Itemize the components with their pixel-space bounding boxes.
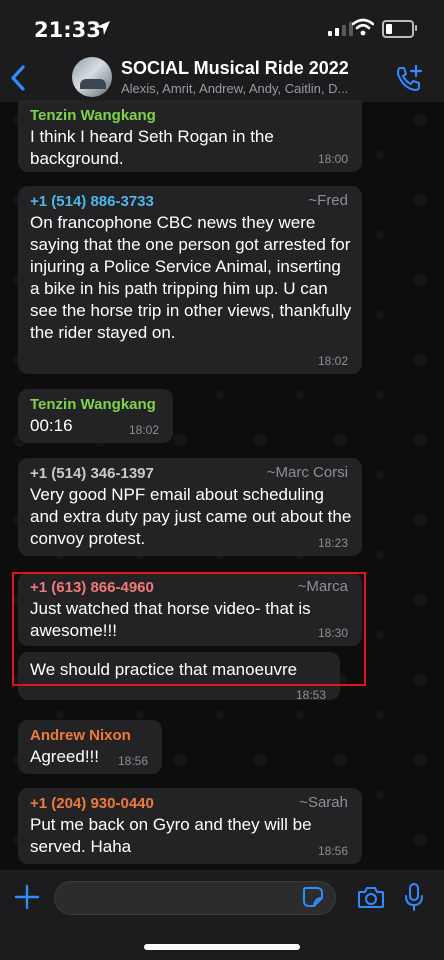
microphone-icon[interactable] [404,882,424,912]
battery-icon [382,20,417,38]
message-bubble[interactable]: Tenzin Wangkang I think I heard Seth Rog… [18,100,362,172]
message-sender[interactable]: Tenzin Wangkang [30,106,350,126]
message-time: 18:56 [117,754,148,768]
cellular-signal-icon [328,22,353,36]
message-text: Put me back on Gyro and they will be ser… [30,815,312,856]
chat-header[interactable]: SOCIAL Musical Ride 2022 Alexis, Amrit, … [0,52,444,102]
message-text: On francophone CBC news they were saying… [30,213,352,342]
message-text: Very good NPF email about scheduling and… [30,485,352,548]
message-bubble[interactable]: +1 (514) 346-1397 ~Marc Corsi Very good … [18,458,362,556]
home-indicator[interactable] [144,944,300,950]
message-time: 18:00 [317,152,348,166]
sticker-icon[interactable] [302,886,324,908]
camera-icon[interactable] [357,884,385,910]
message-bubble[interactable]: +1 (514) 886-3733 ~Fred On francophone C… [18,186,362,374]
message-alias: ~Sarah [299,794,348,811]
message-bubble[interactable]: +1 (204) 930-0440 ~Sarah Put me back on … [18,788,362,864]
message-alias: ~Fred [308,192,348,209]
add-call-icon[interactable] [394,64,424,92]
message-sender[interactable]: +1 (514) 886-3733 [30,192,350,212]
message-sender[interactable]: Tenzin Wangkang [30,395,161,415]
plus-icon[interactable] [14,884,40,910]
message-sender[interactable]: Andrew Nixon [30,726,150,746]
message-alias: ~Marc Corsi [266,464,348,481]
chat-title[interactable]: SOCIAL Musical Ride 2022 [121,58,349,79]
status-bar: 21:33 [0,0,444,52]
highlight-box [12,572,366,686]
chat-members[interactable]: Alexis, Amrit, Andrew, Andy, Caitlin, D.… [121,81,391,96]
group-avatar[interactable] [72,57,112,97]
message-bubble[interactable]: Tenzin Wangkang 00:16 18:02 [18,389,173,443]
message-time: 18:02 [317,354,348,368]
wifi-icon [352,18,374,36]
message-text: I think I heard Seth Rogan in the backgr… [30,127,274,168]
message-time: 18:53 [295,688,326,702]
message-bubble[interactable]: Andrew Nixon Agreed!!! 18:56 [18,720,162,774]
message-time: 18:23 [317,536,348,550]
message-input[interactable] [54,881,336,915]
location-arrow-icon [96,21,110,35]
back-chevron-icon[interactable] [8,64,28,92]
status-time: 21:33 [34,18,101,42]
message-time: 18:02 [128,423,159,437]
message-time: 18:56 [317,844,348,858]
